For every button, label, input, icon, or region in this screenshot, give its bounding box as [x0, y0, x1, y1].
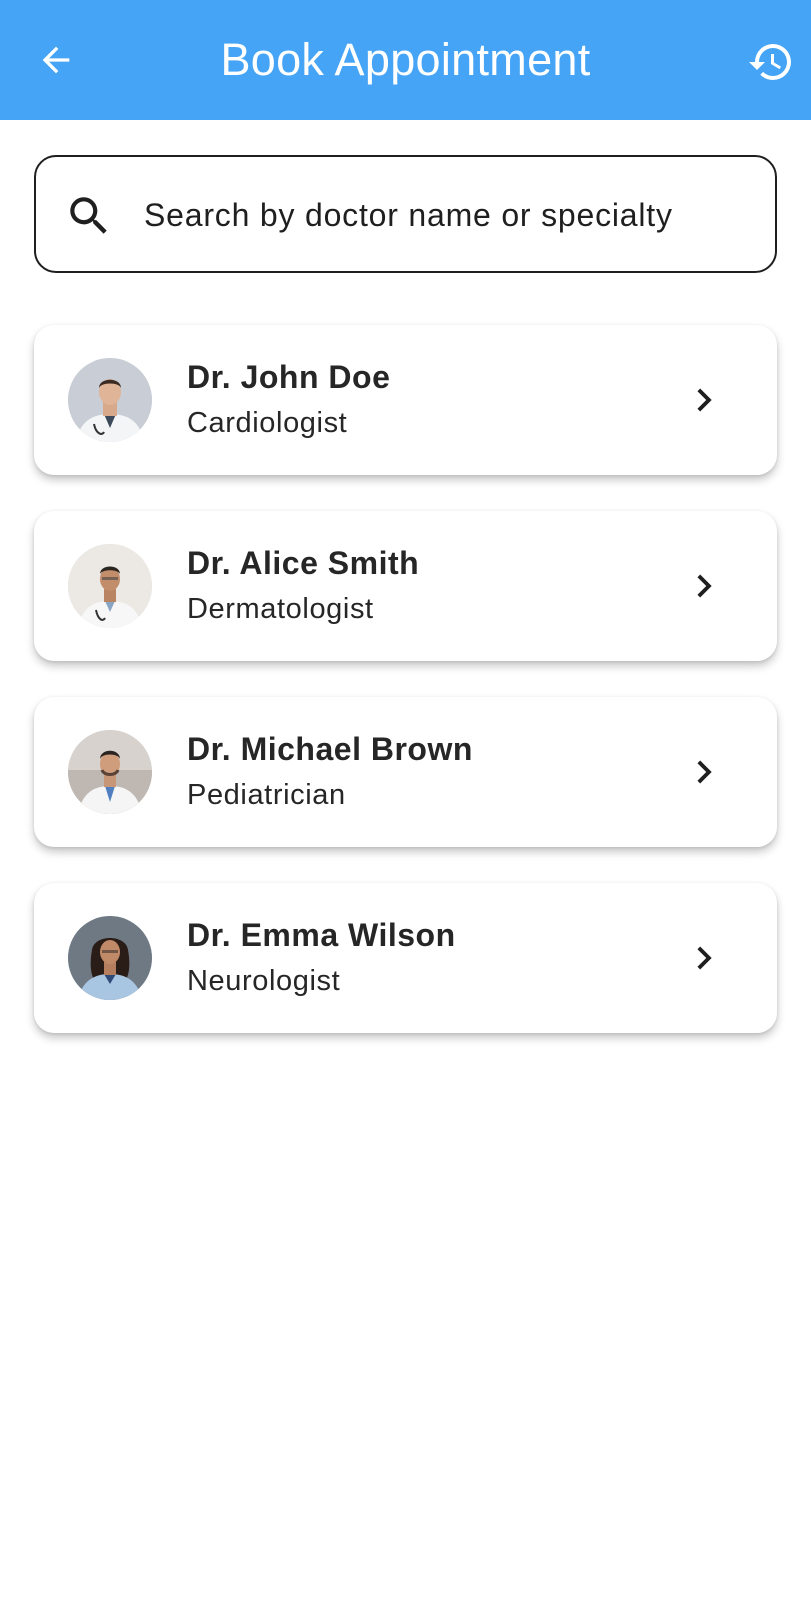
doctor-name: Dr. Alice Smith — [187, 545, 420, 581]
doctor-card-alice-smith[interactable]: Dr. Alice Smith Dermatologist — [34, 511, 777, 661]
doctor-name: Dr. Michael Brown — [187, 731, 473, 767]
doctor-list: Dr. John Doe Cardiologist Dr. Alice Smit… — [34, 325, 777, 1069]
doctor-specialty: Neurologist — [187, 965, 341, 997]
chevron-right-icon — [697, 760, 712, 784]
app-bar: Book Appointment — [0, 0, 811, 120]
doctor-card-emma-wilson[interactable]: Dr. Emma Wilson Neurologist — [34, 883, 777, 1033]
history-icon — [749, 44, 791, 81]
page-title: Book Appointment — [220, 34, 591, 85]
doctor-card-john-doe[interactable]: Dr. John Doe Cardiologist — [34, 325, 777, 475]
avatar — [68, 916, 152, 1000]
avatar — [68, 730, 152, 814]
chevron-right-icon — [697, 574, 712, 598]
doctor-specialty: Pediatrician — [187, 779, 346, 811]
avatar — [68, 358, 152, 442]
doctor-specialty: Cardiologist — [187, 407, 348, 439]
search-input[interactable] — [144, 187, 754, 243]
history-button[interactable] — [745, 36, 797, 88]
doctor-name: Dr. Emma Wilson — [187, 917, 456, 953]
avatar — [68, 544, 152, 628]
chevron-right-icon — [697, 946, 712, 970]
search-box[interactable] — [34, 155, 777, 273]
search-icon — [70, 197, 107, 234]
doctor-specialty: Dermatologist — [187, 593, 374, 625]
chevron-right-icon — [697, 388, 712, 412]
doctor-card-michael-brown[interactable]: Dr. Michael Brown Pediatrician — [34, 697, 777, 847]
doctor-name: Dr. John Doe — [187, 359, 391, 395]
